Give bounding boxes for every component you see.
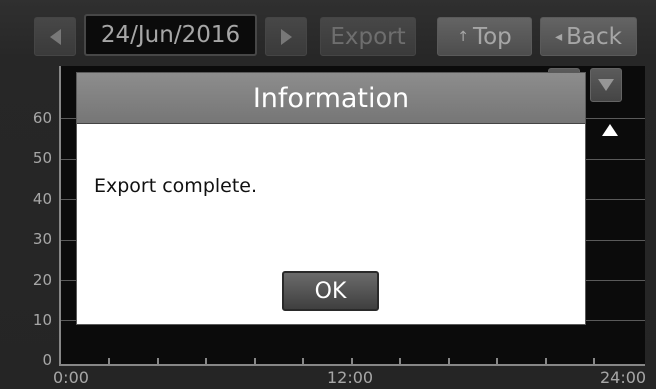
information-dialog: Information Export complete. OK xyxy=(76,72,586,325)
ok-label: OK xyxy=(314,278,347,304)
dialog-title: Information xyxy=(77,73,585,124)
ok-button[interactable]: OK xyxy=(282,271,379,311)
dialog-message: Export complete. xyxy=(94,175,258,197)
screen: 24/Jun/2016 Export ↑ Top ◂ Back 60 50 40… xyxy=(0,0,656,389)
up-arrow-icon xyxy=(602,124,618,136)
